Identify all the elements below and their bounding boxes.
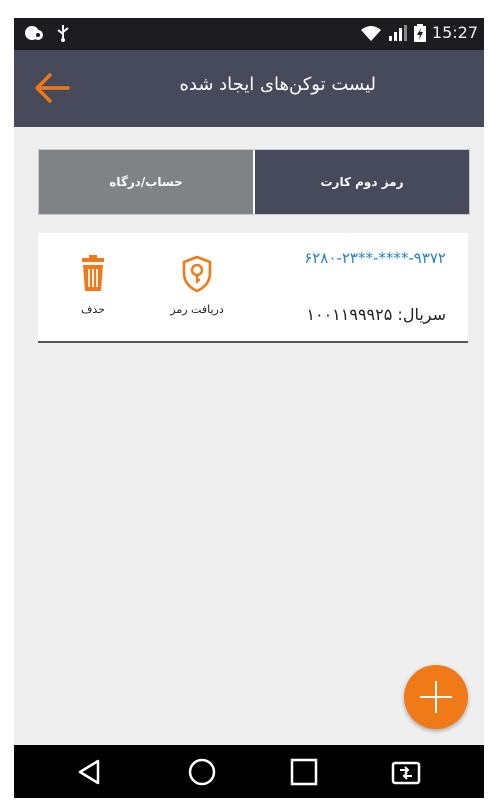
home-circle-icon (188, 758, 216, 786)
nav-home-button[interactable] (184, 755, 220, 789)
serial-label: سریال: (397, 305, 446, 324)
delete-label: حذف (81, 303, 105, 316)
serial-row: سریال: ۱۰۰۱۱۹۹۹۲۵ (306, 305, 446, 324)
tab-card-second-password[interactable]: رمز دوم کارت (255, 150, 469, 214)
page-title: لیست توکن‌های ایجاد شده (179, 74, 376, 95)
main-content: حساب/درگاه رمز دوم کارت ۶۲۸۰-۲۳**-****-۹… (14, 127, 484, 745)
nav-rotate-button[interactable] (388, 755, 424, 789)
tab-bar: حساب/درگاه رمز دوم کارت (38, 149, 470, 215)
system-nav-bar (14, 745, 484, 798)
usb-icon (57, 25, 69, 42)
status-left (24, 24, 70, 42)
status-right: 15:27 (360, 23, 478, 42)
wifi-icon (360, 25, 381, 41)
card-number: ۶۲۸۰-۲۳**-****-۹۳۷۲ (304, 249, 446, 267)
status-time: 15:27 (431, 23, 478, 42)
trash-icon (82, 255, 104, 291)
add-token-button[interactable] (404, 665, 468, 729)
token-card: ۶۲۸۰-۲۳**-****-۹۳۷۲ سریال: ۱۰۰۱۱۹۹۹۲۵ در… (38, 233, 468, 343)
back-button[interactable] (32, 70, 72, 106)
recents-square-icon (290, 758, 318, 786)
app-notification-icon (25, 26, 43, 40)
signal-icon (388, 24, 407, 41)
get-password-button[interactable]: دریافت رمز (162, 255, 232, 316)
get-password-label: دریافت رمز (170, 303, 224, 316)
nav-back-button[interactable] (72, 755, 108, 789)
screen-rotate-icon (391, 761, 421, 785)
serial-value: ۱۰۰۱۱۹۹۹۲۵ (306, 305, 393, 324)
arrow-left-icon (35, 73, 70, 103)
nav-recents-button[interactable] (286, 755, 322, 789)
shield-key-icon (182, 255, 212, 293)
back-triangle-icon (78, 759, 100, 785)
delete-button[interactable]: حذف (58, 255, 128, 316)
app-bar: لیست توکن‌های ایجاد شده (14, 50, 484, 127)
battery-icon (413, 23, 426, 42)
tab-account-gateway[interactable]: حساب/درگاه (39, 150, 255, 214)
status-bar: 15:27 (14, 18, 484, 50)
device-screen: 15:27 لیست توکن‌های ایجاد شده حساب/درگاه… (14, 18, 484, 798)
